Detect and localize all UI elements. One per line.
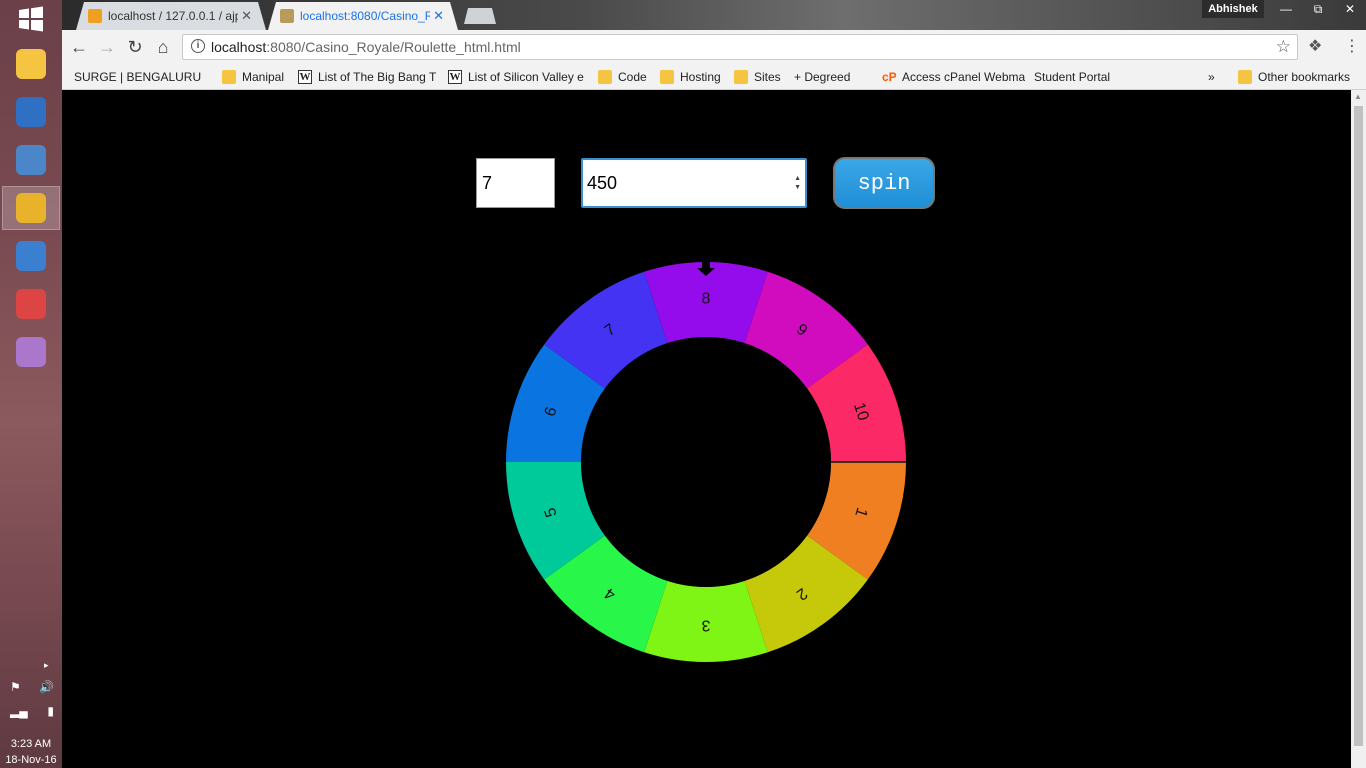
bookmark-label: Student Portal (1034, 70, 1111, 84)
bookmark-label: Hosting (680, 70, 721, 84)
wheel-segment-label: 3 (701, 616, 710, 633)
wheel-segment-label: 8 (702, 291, 711, 308)
bookmark-label: Other bookmarks (1258, 70, 1351, 84)
taskbar-r-app[interactable] (2, 90, 60, 134)
forward-icon[interactable]: → (96, 36, 118, 58)
close-window-icon[interactable]: ✕ (1334, 0, 1366, 18)
bookmark-label: Sites (754, 70, 781, 84)
paint-app-icon (16, 337, 46, 367)
url-path: :8080/Casino_Royale/Roulette_html.html (266, 39, 521, 55)
bookmark-star-icon[interactable]: ☆ (1276, 37, 1291, 57)
folder-icon (660, 70, 674, 84)
bookmarks-bar: SURGE | BENGALURU Manipal W List of The Big… (62, 64, 1366, 172)
taskbar-chrome-app[interactable] (2, 186, 60, 230)
windows-logo-icon (19, 6, 43, 32)
virtualbox-app-icon (16, 241, 46, 271)
tab-roulette[interactable]: localhost:8080/Casino_Ro ✕ (268, 2, 458, 30)
bookmark-item[interactable]: Manipal (222, 68, 284, 86)
page-content: 450 ▲▼ spin 12345678910 (62, 90, 1351, 768)
start-button[interactable] (0, 0, 62, 38)
bookmarks-overflow-button[interactable]: » (1208, 68, 1215, 86)
clock-time[interactable]: 3:23 AM (0, 738, 62, 750)
folder-icon (598, 70, 612, 84)
url-host: localhost (211, 39, 267, 55)
profile-button[interactable]: Abhishek (1202, 0, 1264, 18)
menu-icon[interactable]: ⋮ (1344, 36, 1360, 56)
other-bookmarks-folder[interactable]: Other bookmarks (1238, 68, 1350, 86)
bookmark-item[interactable]: + Degreed (794, 68, 870, 172)
home-icon[interactable]: ⌂ (152, 36, 174, 58)
reload-icon[interactable]: ↻ (124, 36, 146, 58)
roulette-wheel[interactable]: 12345678910 (506, 262, 906, 662)
folder-icon (222, 70, 236, 84)
bookmark-item[interactable]: Sites (734, 68, 781, 86)
wheel-center (581, 337, 831, 587)
tableau-app-icon (16, 145, 46, 175)
signal-icon[interactable]: ▂▄ (10, 704, 28, 718)
scrollbar-thumb[interactable] (1354, 106, 1363, 746)
bookmark-item[interactable]: Code (598, 68, 647, 86)
speed-input[interactable]: 450 ▲ ▼ (581, 158, 807, 208)
network-error-icon[interactable]: ⚑ (10, 680, 21, 694)
page-scrollbar[interactable]: ▲ (1351, 90, 1366, 768)
wikipedia-icon: W (448, 70, 462, 84)
bookmark-item[interactable]: SURGE | BENGALURU (74, 68, 202, 172)
cpanel-icon: cP (882, 70, 897, 84)
new-tab-button[interactable] (464, 8, 496, 24)
minimize-icon[interactable]: — (1270, 0, 1302, 18)
chrome-app-icon (16, 193, 46, 223)
browser-toolbar: ← → ↻ ⌂ i localhost:8080/Casino_Royale/R… (62, 30, 1366, 64)
phpmyadmin-favicon-icon (88, 9, 102, 23)
speed-input-value: 450 (587, 172, 618, 193)
show-hidden-icons-icon[interactable]: ▸ (44, 660, 49, 671)
spin-button[interactable]: spin (833, 157, 935, 209)
bookmark-label: Manipal (242, 70, 285, 84)
tab-title: localhost:8080/Casino_Ro (300, 9, 430, 23)
r-app-icon (16, 97, 46, 127)
page-favicon-icon (280, 9, 294, 23)
close-tab-icon[interactable]: ✕ (433, 8, 444, 24)
dropbox-icon[interactable]: ❖ (1308, 36, 1322, 56)
taskbar-paint-app[interactable] (2, 330, 60, 374)
file-manager-icon (16, 49, 46, 79)
bookmark-item[interactable]: Student Portal (1034, 68, 1111, 172)
segments-input[interactable] (476, 158, 555, 208)
bookmark-item[interactable]: W List of The Big Bang T (298, 68, 436, 86)
scroll-up-icon[interactable]: ▲ (1354, 92, 1362, 101)
taskbar-tableau-app[interactable] (2, 138, 60, 182)
wikipedia-icon: W (298, 70, 312, 84)
tab-phpmyadmin[interactable]: localhost / 127.0.0.1 / ajp ✕ (76, 2, 266, 30)
bookmark-label: Access cPanel Webma (902, 70, 1026, 84)
tab-title: localhost / 127.0.0.1 / ajp (108, 9, 238, 23)
folder-icon (734, 70, 748, 84)
bookmark-item[interactable]: W List of Silicon Valley e (448, 68, 584, 86)
multi-app-icon (16, 289, 46, 319)
battery-icon[interactable]: ▮ (47, 704, 54, 718)
folder-icon (1238, 70, 1252, 84)
bookmark-label: List of Silicon Valley e (468, 70, 584, 84)
taskbar-multi-app[interactable] (2, 282, 60, 326)
back-icon[interactable]: ← (68, 36, 90, 58)
browser-chrome: localhost / 127.0.0.1 / ajp ✕ localhost:… (62, 0, 1366, 172)
volume-icon[interactable]: 🔊 (39, 680, 54, 694)
site-info-icon[interactable]: i (191, 39, 205, 53)
restore-icon[interactable]: ⧉ (1302, 0, 1334, 18)
bookmark-item[interactable]: Hosting (660, 68, 721, 86)
bookmark-label: List of The Big Bang T (318, 70, 437, 84)
close-tab-icon[interactable]: ✕ (241, 8, 252, 24)
tab-strip: localhost / 127.0.0.1 / ajp ✕ localhost:… (62, 0, 1366, 30)
taskbar-file-manager[interactable] (2, 42, 60, 86)
number-stepper-icon[interactable]: ▲ ▼ (794, 174, 801, 192)
bookmark-item[interactable]: cP Access cPanel Webma (882, 68, 1025, 86)
address-bar[interactable]: i localhost:8080/Casino_Royale/Roulette_… (182, 34, 1298, 60)
bookmark-label: + Degreed (794, 70, 851, 84)
system-tray: ▸ ⚑ 🔊 ▂▄ ▮ 3:23 AM 18-Nov-16 (0, 658, 62, 768)
bookmark-label: Code (618, 70, 647, 84)
clock-date[interactable]: 18-Nov-16 (0, 754, 62, 766)
taskbar: ▸ ⚑ 🔊 ▂▄ ▮ 3:23 AM 18-Nov-16 (0, 0, 62, 768)
taskbar-virtualbox-app[interactable] (2, 234, 60, 278)
bookmark-label: SURGE | BENGALURU (74, 70, 202, 84)
